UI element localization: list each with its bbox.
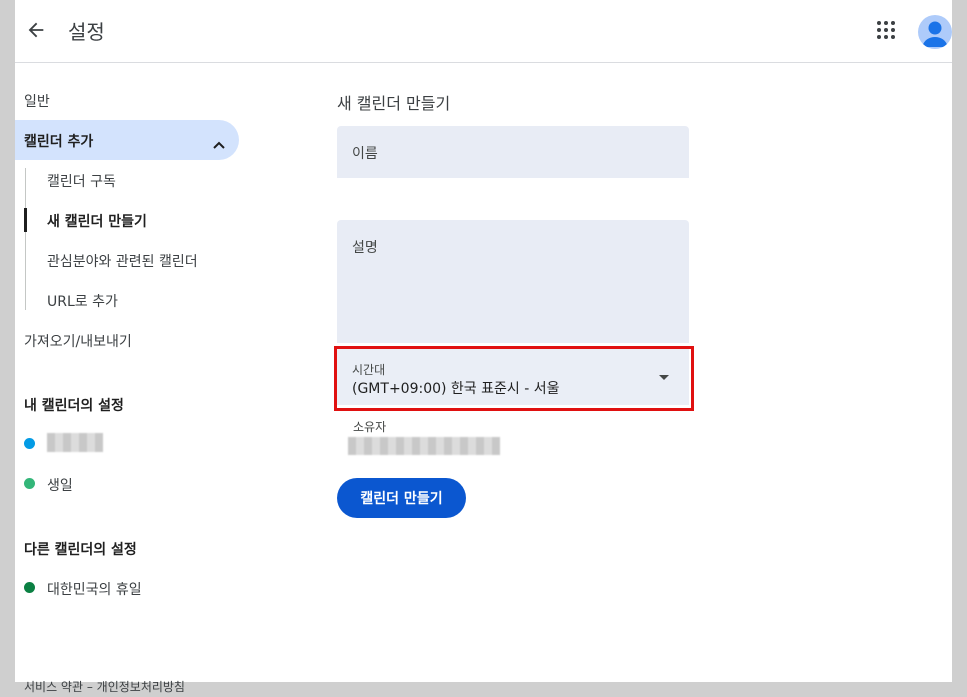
sidebar-calendar-holidays[interactable]: 대한민국의 휴일 — [47, 579, 142, 599]
header-bar: 설정 — [15, 0, 952, 63]
owner-label: 소유자 — [353, 420, 387, 434]
chevron-up-icon — [213, 134, 225, 153]
sidebar-item-general[interactable]: 일반 — [24, 91, 50, 111]
footer-links: 서비스 약관 – 개인정보처리방침 — [24, 678, 185, 695]
submenu-guide-line — [25, 168, 26, 310]
other-calendars-heading: 다른 캘린더의 설정 — [24, 542, 137, 558]
calendar-color-dot — [24, 582, 35, 593]
dropdown-arrow-icon — [659, 375, 669, 380]
sidebar-subitem-url[interactable]: URL로 추가 — [47, 291, 118, 311]
description-field[interactable]: 설명 — [337, 220, 689, 343]
settings-app: 설정 일반 캘린더 추가 캘린더 구독 새 캘린더 만들기 관심분야와 관련된 … — [15, 0, 952, 682]
sidebar-item-label: 캘린더 추가 — [24, 134, 94, 150]
sidebar-calendar-birthday[interactable]: 생일 — [47, 475, 73, 495]
description-placeholder: 설명 — [352, 240, 378, 256]
timezone-label: 시간대 — [352, 363, 386, 377]
account-avatar-icon[interactable] — [918, 15, 952, 49]
terms-link[interactable]: 서비스 약관 — [24, 680, 83, 694]
redacted-owner-email — [348, 437, 500, 455]
calendar-color-dot — [24, 478, 35, 489]
sidebar-subitem-interests[interactable]: 관심분야와 관련된 캘린더 — [47, 251, 198, 271]
sidebar-subitem-subscribe[interactable]: 캘린더 구독 — [47, 171, 116, 191]
redacted-calendar-name[interactable] — [47, 433, 103, 452]
form-title: 새 캘린더 만들기 — [337, 94, 451, 113]
sidebar-subitem-create[interactable]: 새 캘린더 만들기 — [47, 211, 147, 231]
my-calendars-heading: 내 캘린더의 설정 — [24, 398, 124, 414]
name-placeholder: 이름 — [352, 146, 378, 162]
footer-separator: – — [83, 680, 97, 694]
arrow-left-icon[interactable] — [25, 19, 47, 41]
privacy-link[interactable]: 개인정보처리방침 — [97, 680, 185, 694]
sidebar-item-import-export[interactable]: 가져오기/내보내기 — [24, 331, 132, 351]
sidebar-item-add-calendar[interactable]: 캘린더 추가 — [15, 120, 239, 160]
page-title: 설정 — [68, 20, 105, 44]
create-calendar-button[interactable]: 캘린더 만들기 — [337, 478, 466, 518]
name-field[interactable]: 이름 — [337, 126, 689, 178]
submenu-active-indicator — [24, 208, 27, 232]
timezone-value: (GMT+09:00) 한국 표준시 - 서울 — [352, 381, 560, 397]
apps-grid-icon[interactable] — [877, 21, 895, 39]
timezone-select[interactable]: 시간대 (GMT+09:00) 한국 표준시 - 서울 — [337, 349, 689, 405]
calendar-color-dot — [24, 438, 35, 449]
